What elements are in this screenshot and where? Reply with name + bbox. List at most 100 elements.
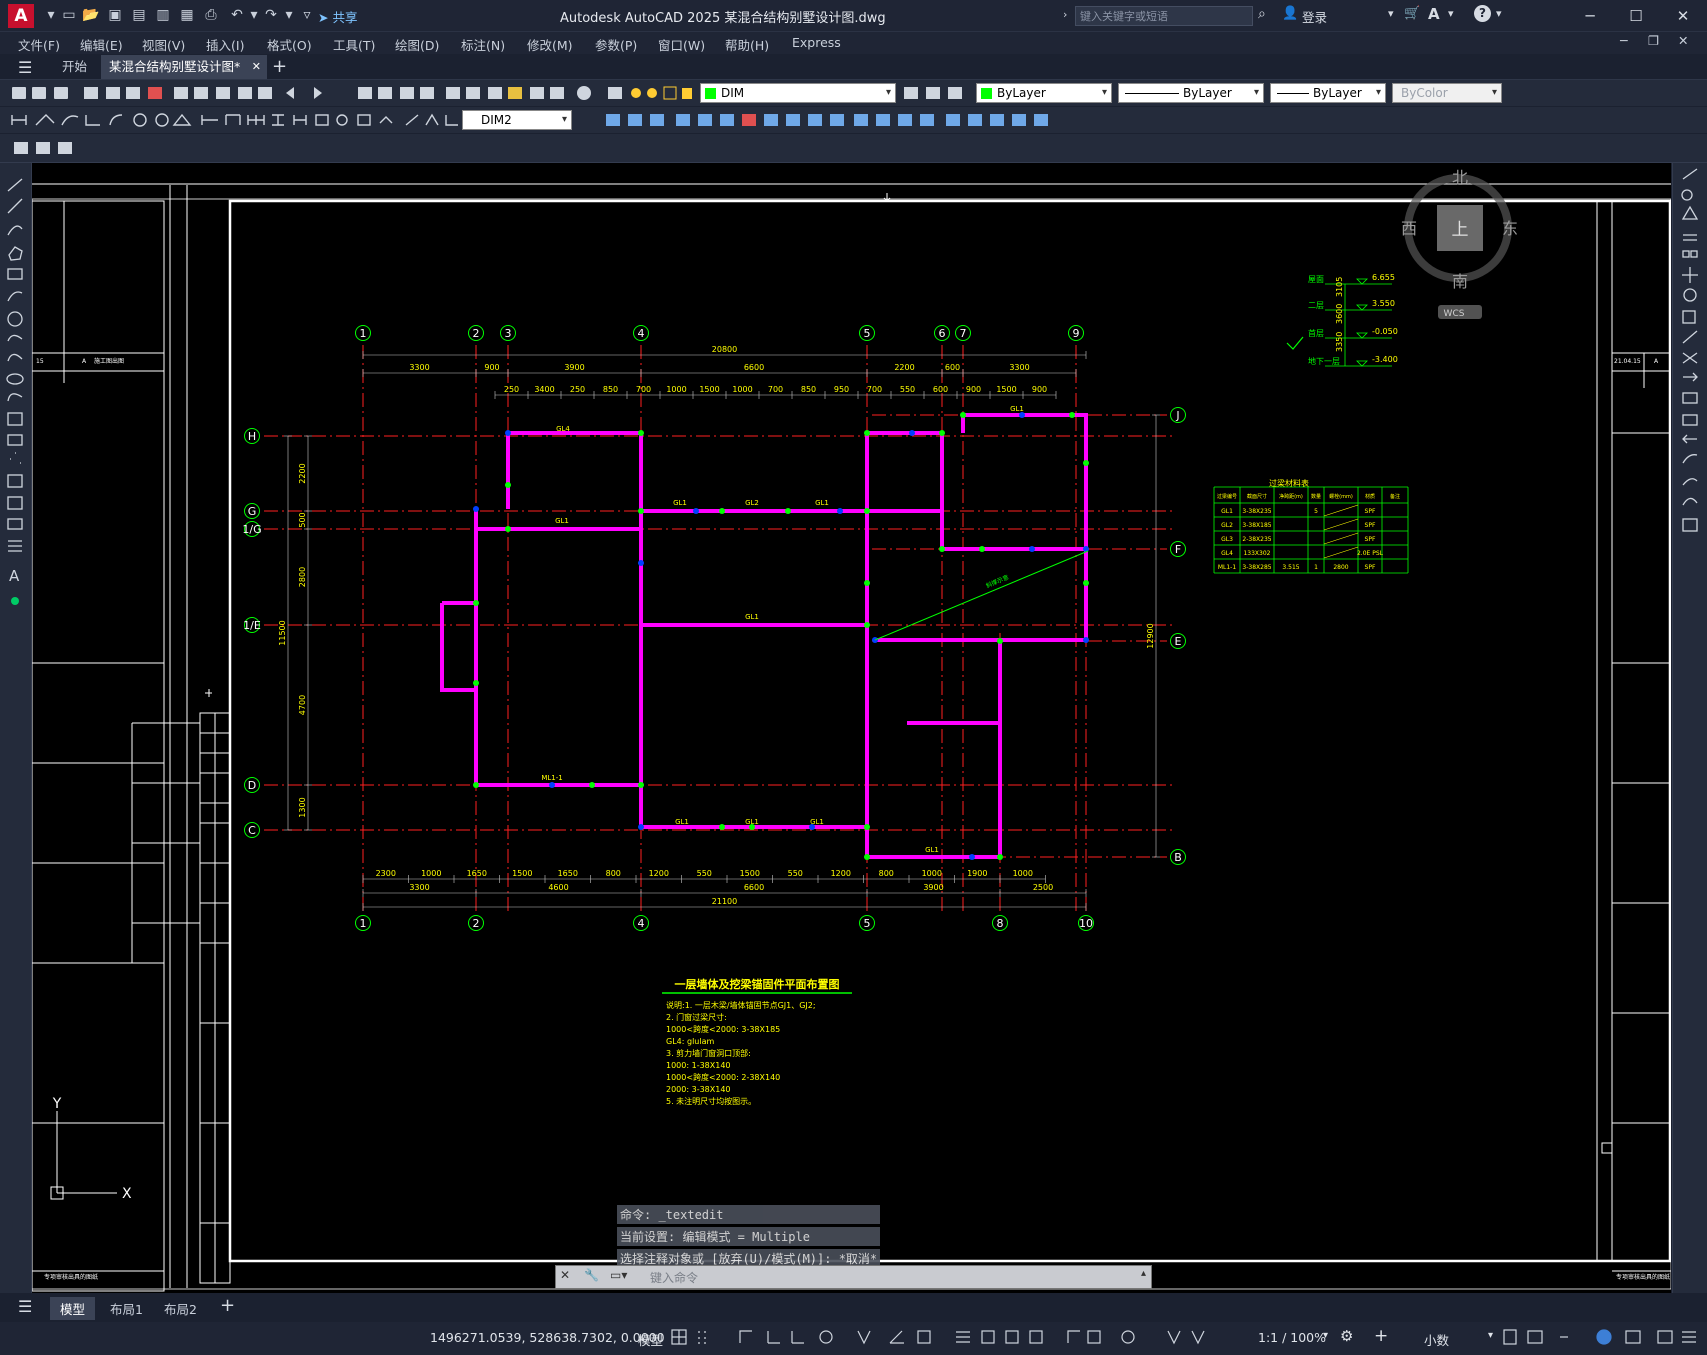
floor-plan-drawing[interactable]: 15 A 施工图出图 21.04.15 A 专项审核出具的图纸 专项审核出具的图纸 Y…	[32, 163, 1671, 1293]
beam-table-cell: SPF	[1365, 522, 1376, 529]
model-space-toggle[interactable]: 模型	[638, 1330, 663, 1349]
annotation-monitor-plus-icon[interactable]: +	[1374, 1326, 1388, 1346]
menu-draw[interactable]: 绘图(D)	[395, 35, 439, 54]
extra-toolbar	[0, 134, 1707, 163]
redo-icon[interactable]: ↷	[262, 7, 280, 24]
command-customize-icon[interactable]: 🔧	[584, 1268, 599, 1282]
doc-restore-button[interactable]: ❐	[1648, 33, 1659, 48]
undo-icon[interactable]: ↶	[228, 7, 246, 24]
command-recent-icon[interactable]: ▭▾	[610, 1268, 627, 1282]
web-save-icon[interactable]: ▥	[154, 7, 172, 24]
layer-tools-icons[interactable]	[902, 84, 972, 102]
extra-toolbar-icons[interactable]	[12, 139, 82, 157]
layer-dropdown[interactable]: DIM ▾	[700, 83, 896, 103]
menu-edit[interactable]: 编辑(E)	[80, 35, 123, 54]
login-button[interactable]: 登录	[1302, 7, 1327, 26]
doc-close-button[interactable]: ✕	[1678, 33, 1688, 48]
standard-toolbar-icons[interactable]	[8, 84, 648, 102]
menu-dimension[interactable]: 标注(N)	[461, 35, 505, 54]
doc-minimize-button[interactable]: ─	[1620, 33, 1628, 48]
menu-view[interactable]: 视图(V)	[142, 35, 185, 54]
new-file-icon[interactable]: ▭	[60, 7, 78, 24]
menu-parametric[interactable]: 参数(P)	[595, 35, 637, 54]
wall-node	[864, 824, 870, 830]
linetype-dropdown[interactable]: ByLayer ▾	[1118, 83, 1264, 103]
wall-node	[505, 526, 511, 532]
modify-tools-icons[interactable]	[1673, 163, 1707, 563]
wall-segment	[440, 601, 476, 692]
drafting-toggles[interactable]	[668, 1327, 1248, 1349]
help-icon[interactable]: ?	[1474, 5, 1491, 22]
modify-toolbar-icons[interactable]	[602, 111, 1052, 129]
axis-bubble-label: E	[1175, 635, 1182, 648]
save-icon[interactable]: ▣	[106, 7, 124, 24]
tab-layout2[interactable]: 布局2	[154, 1297, 207, 1320]
tab-layout1[interactable]: 布局1	[100, 1297, 153, 1320]
color-dropdown[interactable]: ByLayer ▾	[976, 83, 1112, 103]
menu-window[interactable]: 窗口(W)	[658, 35, 705, 54]
plotstyle-dropdown[interactable]: ByColor ▾	[1392, 83, 1502, 103]
user-icon[interactable]: 👤	[1282, 6, 1298, 21]
autodesk-a360-icon[interactable]: A	[1428, 5, 1440, 23]
svg-text:专项审核出具的图纸: 专项审核出具的图纸	[44, 1273, 98, 1281]
command-input[interactable]: 键入命令	[650, 1269, 698, 1286]
viewcube-west: 西	[1401, 219, 1417, 238]
app-menu-chevron-icon[interactable]: ▾	[42, 7, 60, 24]
save-as-icon[interactable]: ▤	[130, 7, 148, 24]
print-icon[interactable]: ⎙	[202, 7, 220, 24]
undo-dropdown-icon[interactable]: ▾	[245, 7, 263, 24]
tab-drawing[interactable]: 某混合结构别墅设计图* ✕	[101, 55, 267, 79]
cart-icon[interactable]: 🛒	[1404, 6, 1420, 21]
menu-help[interactable]: 帮助(H)	[725, 35, 769, 54]
beam-table-header: 截面尺寸	[1247, 493, 1267, 500]
coordinates-readout[interactable]: 1496271.0539, 528638.7302, 0.0000	[430, 1330, 665, 1345]
a360-dropdown-icon[interactable]: ▾	[1448, 7, 1454, 20]
open-file-icon[interactable]: 📂	[82, 7, 100, 24]
share-button[interactable]: ➤ 共享	[318, 7, 357, 26]
customize-qat-icon[interactable]: ▿	[298, 7, 316, 24]
beam-label: GL4	[556, 425, 570, 433]
draw-tools-icons[interactable]: A	[0, 163, 31, 633]
dimension-text: 900	[484, 363, 499, 372]
minimize-button[interactable]: ─	[1575, 6, 1605, 26]
close-button[interactable]: ✕	[1668, 6, 1698, 26]
lineweight-dropdown[interactable]: ByLayer ▾	[1270, 83, 1386, 103]
units-dropdown-icon[interactable]: ▾	[1488, 1330, 1493, 1341]
annotation-scale[interactable]: 1:1 / 100%	[1258, 1330, 1326, 1345]
hamburger-menu-icon[interactable]: ☰	[18, 58, 32, 77]
scale-dropdown-icon[interactable]: ▾	[1323, 1330, 1328, 1341]
search-input[interactable]: 键入关键字或短语	[1075, 6, 1253, 26]
redo-dropdown-icon[interactable]: ▾	[280, 7, 298, 24]
workspace-gear-icon[interactable]: ⚙	[1340, 1327, 1353, 1345]
search-expand-icon[interactable]: ›	[1063, 8, 1067, 21]
menu-express[interactable]: Express	[792, 35, 841, 50]
menu-modify[interactable]: 修改(M)	[527, 35, 573, 54]
menu-format[interactable]: 格式(O)	[267, 35, 312, 54]
drawing-canvas[interactable]: 15 A 施工图出图 21.04.15 A 专项审核出具的图纸 专项审核出具的图纸 Y…	[32, 163, 1671, 1293]
command-close-icon[interactable]: ✕	[560, 1268, 570, 1282]
layer-state-icons[interactable]	[628, 84, 708, 102]
title-bar: A ▾ ▭ 📂 ▣ ▤ ▥ ▦ ⎙ ↶ ▾ ↷ ▾ ▿ ➤ 共享 Autodes…	[0, 0, 1707, 32]
tab-close-icon[interactable]: ✕	[252, 55, 261, 79]
search-icon[interactable]: ⌕	[1258, 6, 1266, 22]
dimstyle-dropdown[interactable]: DIM2 ▾	[462, 110, 572, 130]
menu-tools[interactable]: 工具(T)	[333, 35, 375, 54]
layout-menu-icon[interactable]: ☰	[18, 1297, 32, 1316]
menu-file[interactable]: 文件(F)	[18, 35, 60, 54]
units-dropdown[interactable]: 小数	[1424, 1330, 1449, 1349]
tab-model[interactable]: 模型	[50, 1297, 96, 1320]
dimension-text: 1900	[967, 869, 987, 878]
menu-insert[interactable]: 插入(I)	[206, 35, 244, 54]
login-dropdown-icon[interactable]: ▾	[1388, 7, 1394, 20]
status-tail-icons[interactable]	[1500, 1327, 1700, 1349]
export-icon[interactable]: ▦	[178, 7, 196, 24]
maximize-button[interactable]: ☐	[1621, 6, 1651, 26]
tab-start[interactable]: 开始	[54, 55, 95, 79]
command-history-toggle-icon[interactable]: ▴	[1141, 1268, 1146, 1279]
new-tab-plus-icon[interactable]: +	[272, 56, 287, 77]
autocad-logo-icon[interactable]: A	[8, 4, 34, 28]
dimension-toolbar-icons[interactable]	[8, 111, 458, 129]
add-layout-plus-icon[interactable]: +	[220, 1295, 235, 1316]
svg-text:施工图出图: 施工图出图	[94, 357, 124, 365]
help-dropdown-icon[interactable]: ▾	[1496, 7, 1502, 20]
